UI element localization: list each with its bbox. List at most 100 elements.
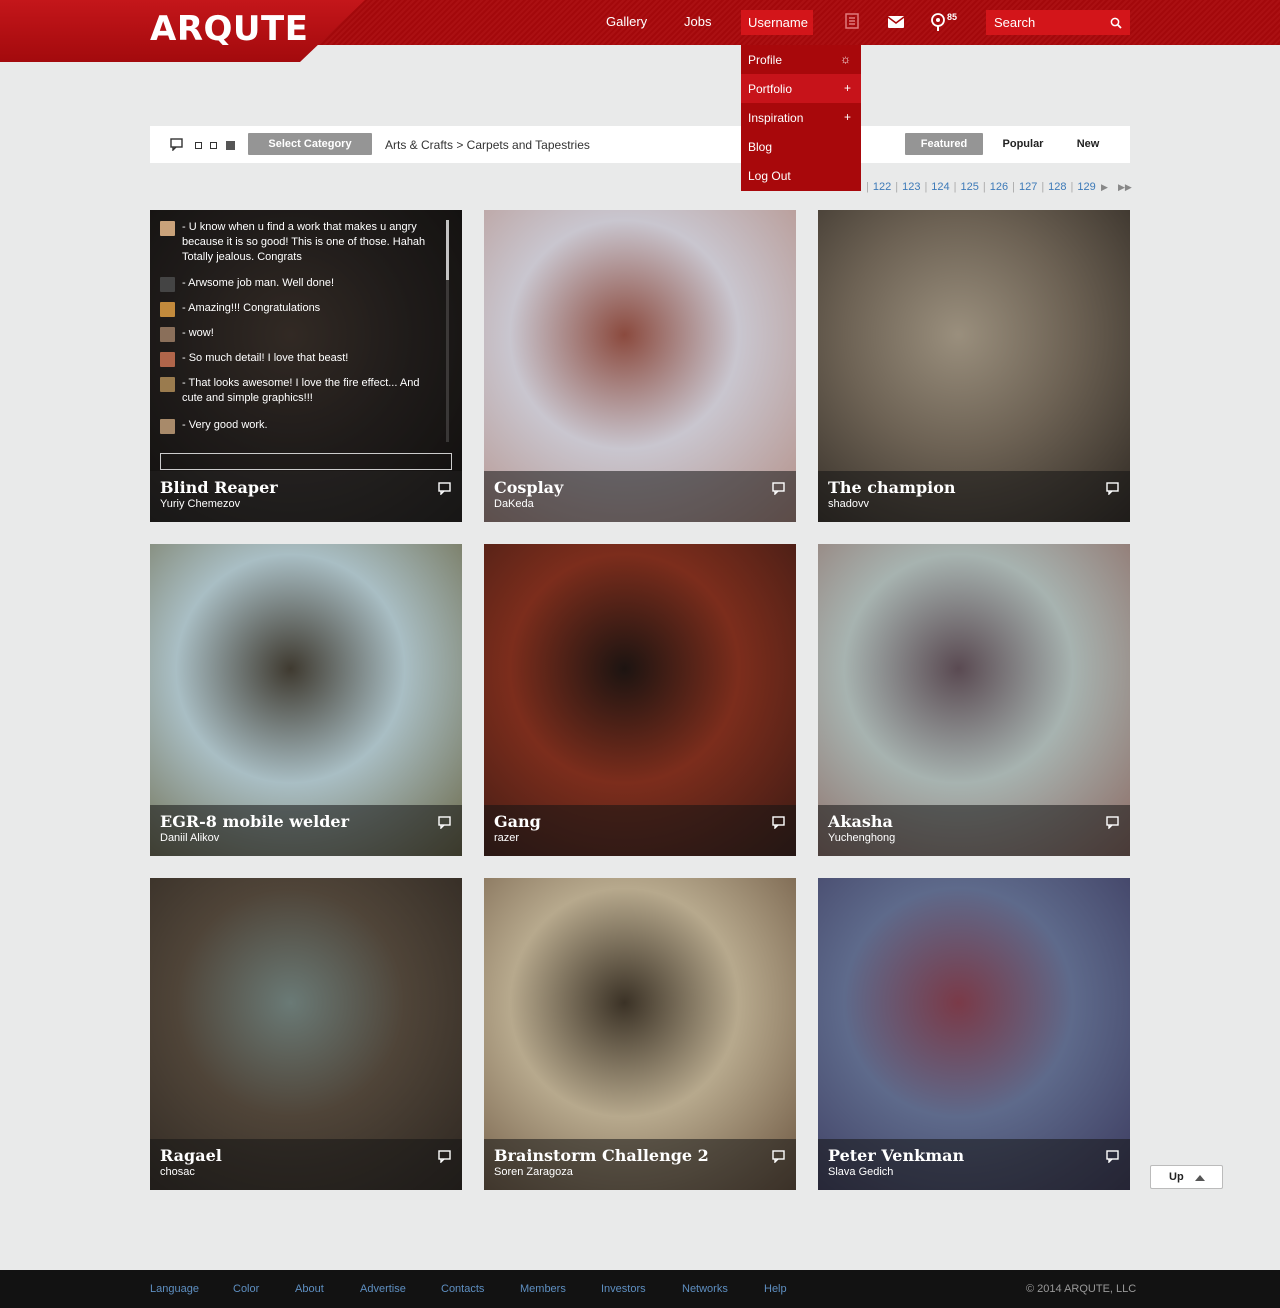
footer-link-contacts[interactable]: Contacts — [441, 1283, 484, 1295]
menu-item-logout[interactable]: Log Out — [741, 161, 861, 190]
plus-icon[interactable]: + — [844, 81, 851, 95]
comment-input[interactable] — [160, 453, 452, 470]
gallery-tile[interactable]: Cosplay DaKeda — [484, 210, 796, 522]
menu-item-inspiration[interactable]: Inspiration + — [741, 103, 861, 132]
tile-author[interactable]: Daniil Alikov — [160, 832, 219, 844]
page-link[interactable]: 128 — [1048, 181, 1066, 193]
notifications-icon[interactable] — [929, 12, 949, 32]
last-page-icon[interactable]: ▶▶ — [1118, 182, 1132, 192]
sort-popular[interactable]: Popular — [990, 133, 1056, 155]
plus-icon[interactable]: + — [844, 110, 851, 124]
nav-jobs[interactable]: Jobs — [684, 14, 711, 29]
avatar[interactable] — [160, 419, 175, 434]
tile-author[interactable]: Yuchenghong — [828, 832, 895, 844]
mail-icon[interactable] — [886, 12, 906, 32]
tile-title[interactable]: Brainstorm Challenge 2 — [494, 1146, 709, 1165]
footer-link-investors[interactable]: Investors — [601, 1283, 646, 1295]
document-icon[interactable] — [843, 12, 863, 32]
tile-author[interactable]: chosac — [160, 1166, 195, 1178]
sort-new[interactable]: New — [1060, 133, 1116, 155]
tile-author[interactable]: Soren Zaragoza — [494, 1166, 573, 1178]
pagination: | 122 | 123 | 124 | 125 | 126 | 127 | 128 | 129 — [866, 181, 1096, 193]
comment-icon[interactable] — [772, 482, 786, 500]
avatar[interactable] — [160, 327, 175, 342]
nav-username[interactable]: Username — [741, 10, 813, 35]
comments-toggle-icon[interactable] — [170, 138, 184, 156]
page-link[interactable]: 125 — [961, 181, 979, 193]
comment-icon[interactable] — [1106, 482, 1120, 500]
tile-title[interactable]: EGR-8 mobile welder — [160, 812, 349, 831]
view-small-icon[interactable] — [195, 142, 202, 149]
comment-icon[interactable] — [438, 816, 452, 834]
comment-icon[interactable] — [1106, 1150, 1120, 1168]
comments-panel: - U know when u find a work that makes u… — [150, 210, 462, 471]
avatar[interactable] — [160, 302, 175, 317]
comment-icon[interactable] — [772, 1150, 786, 1168]
gallery-tile[interactable]: - U know when u find a work that makes u… — [150, 210, 462, 522]
comment-icon[interactable] — [438, 482, 452, 500]
search-box[interactable] — [986, 10, 1130, 35]
page-link[interactable]: 124 — [931, 181, 949, 193]
menu-item-label: Profile — [748, 53, 783, 67]
footer-link-color[interactable]: Color — [233, 1283, 259, 1295]
tile-author[interactable]: Yuriy Chemezov — [160, 498, 240, 510]
page-link[interactable]: 123 — [902, 181, 920, 193]
view-large-icon[interactable] — [226, 141, 235, 150]
user-dropdown-menu: Profile ☼ Portfolio + Inspiration + Blog… — [741, 45, 861, 191]
comment-icon[interactable] — [772, 816, 786, 834]
tile-title[interactable]: Gang — [494, 812, 541, 831]
comment-icon[interactable] — [1106, 816, 1120, 834]
menu-item-profile[interactable]: Profile ☼ — [741, 45, 861, 74]
page-link[interactable]: 122 — [873, 181, 891, 193]
avatar[interactable] — [160, 277, 175, 292]
comment-item: - That looks awesome! I love the fire ef… — [160, 376, 440, 406]
comment-text: - So much detail! I love that beast! — [182, 352, 349, 364]
page-link[interactable]: 127 — [1019, 181, 1037, 193]
menu-item-blog[interactable]: Blog — [741, 132, 861, 161]
sort-featured[interactable]: Featured — [905, 133, 983, 155]
gallery-tile[interactable]: EGR-8 mobile welder Daniil Alikov — [150, 544, 462, 856]
footer-link-help[interactable]: Help — [764, 1283, 787, 1295]
scroll-up-button[interactable]: Up — [1150, 1165, 1223, 1189]
gallery-tile[interactable]: Ragael chosac — [150, 878, 462, 1190]
tile-title[interactable]: Blind Reaper — [160, 478, 278, 497]
footer-link-networks[interactable]: Networks — [682, 1283, 728, 1295]
logo[interactable]: ARQUTE — [150, 9, 308, 49]
tile-title[interactable]: Akasha — [828, 812, 893, 831]
tile-author[interactable]: shadovv — [828, 498, 869, 510]
tile-author[interactable]: DaKeda — [494, 498, 534, 510]
tile-title[interactable]: The champion — [828, 478, 956, 497]
tile-title[interactable]: Ragael — [160, 1146, 222, 1165]
comments-scrollbar[interactable] — [446, 220, 449, 442]
page-link[interactable]: 126 — [990, 181, 1008, 193]
page-link[interactable]: 129 — [1077, 181, 1095, 193]
footer-link-members[interactable]: Members — [520, 1283, 566, 1295]
search-input[interactable] — [986, 10, 1106, 35]
avatar[interactable] — [160, 377, 175, 392]
view-medium-icon[interactable] — [210, 142, 217, 149]
avatar[interactable] — [160, 352, 175, 367]
select-category-button[interactable]: Select Category — [248, 133, 372, 155]
nav-gallery[interactable]: Gallery — [606, 14, 647, 29]
gallery-tile[interactable]: Peter Venkman Slava Gedich — [818, 878, 1130, 1190]
gallery-tile[interactable]: The champion shadovv — [818, 210, 1130, 522]
footer-link-about[interactable]: About — [295, 1283, 324, 1295]
gallery-tile[interactable]: Brainstorm Challenge 2 Soren Zaragoza — [484, 878, 796, 1190]
breadcrumb[interactable]: Arts & Crafts > Carpets and Tapestries — [385, 138, 590, 152]
menu-item-portfolio[interactable]: Portfolio + — [741, 74, 861, 103]
gallery-tile[interactable]: Gang razer — [484, 544, 796, 856]
footer-link-language[interactable]: Language — [150, 1283, 199, 1295]
next-page-icon[interactable]: ▶ — [1101, 182, 1108, 192]
comment-icon[interactable] — [438, 1150, 452, 1168]
tile-title[interactable]: Peter Venkman — [828, 1146, 964, 1165]
footer-link-advertise[interactable]: Advertise — [360, 1283, 406, 1295]
tile-author[interactable]: razer — [494, 832, 519, 844]
comment-item: - Amazing!!! Congratulations — [160, 301, 440, 317]
search-icon[interactable] — [1110, 16, 1122, 34]
gallery-tile[interactable]: Akasha Yuchenghong — [818, 544, 1130, 856]
tile-author[interactable]: Slava Gedich — [828, 1166, 893, 1178]
scrollbar-thumb[interactable] — [446, 220, 449, 280]
avatar[interactable] — [160, 221, 175, 236]
comment-item: - So much detail! I love that beast! — [160, 351, 440, 367]
tile-title[interactable]: Cosplay — [494, 478, 563, 497]
